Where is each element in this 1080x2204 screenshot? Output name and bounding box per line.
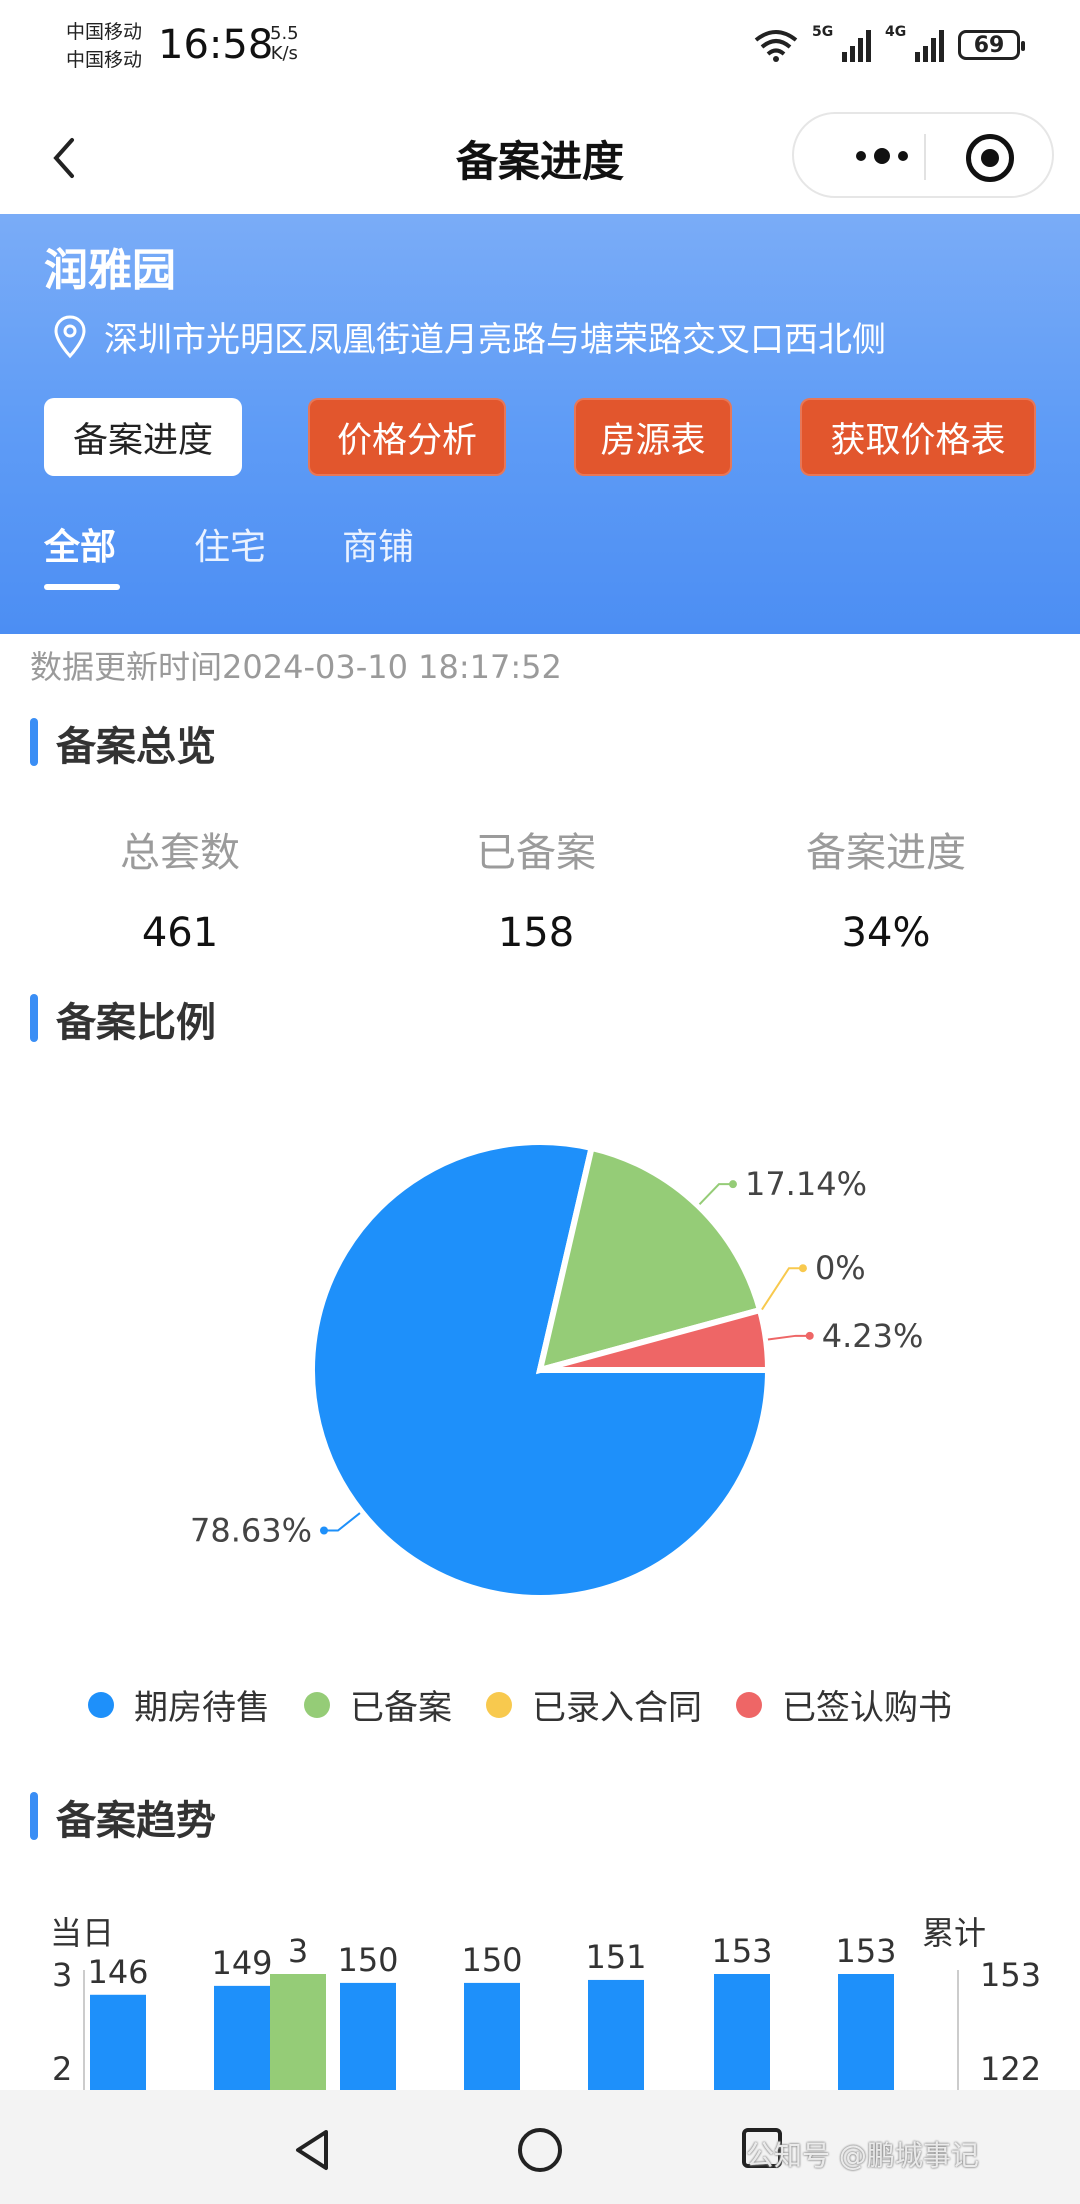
stat-filed: 已备案 158 xyxy=(356,820,716,956)
pie-data-label-0: 78.63% xyxy=(190,1511,312,1549)
location-pin-icon xyxy=(54,314,86,358)
carrier-names: 中国移动 中国移动 xyxy=(66,18,142,74)
battery-icon: 69 xyxy=(958,30,1025,60)
tab-residential[interactable]: 住宅 xyxy=(194,518,266,570)
legend-label: 已备案 xyxy=(350,1688,452,1728)
update-time: 数据更新时间2024-03-10 18:17:52 xyxy=(30,648,562,686)
pie-leader-2 xyxy=(761,1267,803,1311)
legend-dot xyxy=(304,1691,330,1718)
trend-bar-2[interactable] xyxy=(340,1982,396,2090)
trend-bar-6[interactable] xyxy=(838,1974,894,2090)
carrier-1: 中国移动 xyxy=(66,21,143,43)
legend-label: 已录入合同 xyxy=(532,1688,702,1728)
trend-bar-label-5: 153 xyxy=(711,1932,772,1970)
legend-item-1[interactable]: 已备案 xyxy=(304,1680,452,1729)
left-axis-title: 当日 xyxy=(50,1914,114,1952)
legend-item-0[interactable]: 期房待售 xyxy=(88,1680,270,1729)
legend-item-2[interactable]: 已录入合同 xyxy=(486,1680,702,1729)
trend-bar-label-1: 149 xyxy=(211,1944,272,1982)
stat-total: 总套数 461 xyxy=(0,820,360,956)
legend-dot xyxy=(486,1691,512,1718)
more-options-icon[interactable] xyxy=(832,141,932,171)
section-title-ratio: 备案比例 xyxy=(30,990,216,1048)
active-tab-indicator xyxy=(44,584,120,590)
trend-bar-1[interactable] xyxy=(214,1985,270,2090)
capsule-divider xyxy=(924,134,926,180)
legend-item-3[interactable]: 已签认购书 xyxy=(736,1680,952,1729)
trend-bar-0[interactable] xyxy=(90,1994,146,2090)
stat-value: 34% xyxy=(841,910,931,956)
right-tick: 122 xyxy=(980,2050,1041,2088)
pie-leader-0 xyxy=(323,1512,361,1532)
pie-leader-1 xyxy=(698,1183,733,1206)
status-bar: 中国移动 中国移动 16:58 5.5 K/s 5G 4G 69 xyxy=(0,0,1080,100)
pie-data-label-2: 0% xyxy=(815,1249,866,1287)
stat-value: 158 xyxy=(497,910,575,956)
pie-chart-container: 78.63% 17.14% 0% 4.23% xyxy=(0,1100,1080,1660)
stat-label: 已备案 xyxy=(476,830,596,876)
trend-bar-label-3: 150 xyxy=(461,1941,522,1979)
trend-bar-4[interactable] xyxy=(588,1979,644,2090)
pie-data-label-3: 4.23% xyxy=(822,1317,924,1355)
wifi-icon xyxy=(754,30,798,62)
right-axis-title: 累计 xyxy=(922,1914,986,1952)
legend-dot xyxy=(736,1691,762,1718)
get-price-list-button[interactable]: 获取价格表 xyxy=(800,398,1036,476)
pie-leader-dot-1 xyxy=(728,1180,737,1189)
trend-chart-container: 当日 累计 3 2 153 122 146 149 150 150 151 153 153 3 xyxy=(0,1890,1080,2090)
project-banner: 润雅园 深圳市光明区凤凰街道月亮路与塘荣路交叉口西北侧 备案进度 价格分析 房源… xyxy=(0,214,1080,634)
nav-home-icon[interactable] xyxy=(516,2126,564,2174)
status-icons: 5G 4G 69 xyxy=(754,24,1025,62)
stat-label: 总套数 xyxy=(120,830,240,876)
mini-program-capsule xyxy=(792,112,1054,198)
trend-bar-5[interactable] xyxy=(714,1974,770,2090)
tab-all[interactable]: 全部 xyxy=(44,518,116,570)
section-title-trend: 备案趋势 xyxy=(30,1788,216,1846)
nav-back-icon[interactable] xyxy=(290,2126,334,2174)
pie-leader-3 xyxy=(767,1334,810,1341)
left-tick: 2 xyxy=(52,2050,72,2088)
legend-dot xyxy=(88,1691,114,1718)
stat-progress: 备案进度 34% xyxy=(706,820,1066,956)
section-title-overview: 备案总览 xyxy=(30,714,216,772)
trend-bar-3[interactable] xyxy=(464,1982,520,2090)
pie-legend: 期房待售 已备案 已录入合同 已签认购书 xyxy=(88,1680,952,1729)
stat-label: 备案进度 xyxy=(806,830,966,876)
trend-bar-label-6: 153 xyxy=(835,1932,896,1970)
legend-label: 期房待售 xyxy=(134,1688,270,1728)
pie-leader-dot-2 xyxy=(798,1264,807,1273)
trend-bar-label-2: 150 xyxy=(337,1941,398,1979)
legend-label: 已签认购书 xyxy=(782,1688,952,1728)
network-speed: 5.5 K/s xyxy=(270,23,299,64)
address-text: 深圳市光明区凤凰街道月亮路与塘荣路交叉口西北侧 xyxy=(104,320,886,360)
trend-bar-label-4: 151 xyxy=(585,1938,646,1976)
left-tick: 3 xyxy=(52,1956,72,1994)
pie-leader-dot-3 xyxy=(805,1331,814,1340)
housing-table-button[interactable]: 房源表 xyxy=(574,398,732,476)
pie-chart: 78.63% 17.14% 0% 4.23% xyxy=(190,1139,924,1601)
carrier-2: 中国移动 xyxy=(66,49,143,71)
filing-progress-button[interactable]: 备案进度 xyxy=(44,398,242,476)
nav-header: 备案进度 xyxy=(0,100,1080,214)
pie-data-label-1: 17.14% xyxy=(745,1165,867,1203)
trend-daily-bar-0[interactable] xyxy=(270,1974,326,2090)
project-address: 深圳市光明区凤凰街道月亮路与塘荣路交叉口西北侧 xyxy=(52,312,886,361)
stat-value: 461 xyxy=(141,910,219,956)
right-tick: 153 xyxy=(980,1956,1041,1994)
trend-chart: 当日 累计 3 2 153 122 146 149 150 150 151 153 153 3 xyxy=(50,1914,1041,2090)
signal-5g-icon: 5G xyxy=(812,24,871,62)
tab-shops[interactable]: 商铺 xyxy=(342,518,414,570)
project-name: 润雅园 xyxy=(44,245,176,296)
price-analysis-button[interactable]: 价格分析 xyxy=(308,398,506,476)
close-target-icon[interactable] xyxy=(966,134,1014,182)
pie-leader-dot-0 xyxy=(319,1526,328,1535)
trend-bar-label-0: 146 xyxy=(87,1953,148,1991)
clock: 16:58 xyxy=(158,22,274,68)
signal-4g-icon: 4G xyxy=(885,24,944,62)
trend-daily-label-0: 3 xyxy=(288,1932,308,1970)
watermark: 公知号 @鹏城事记 xyxy=(746,2139,979,2172)
